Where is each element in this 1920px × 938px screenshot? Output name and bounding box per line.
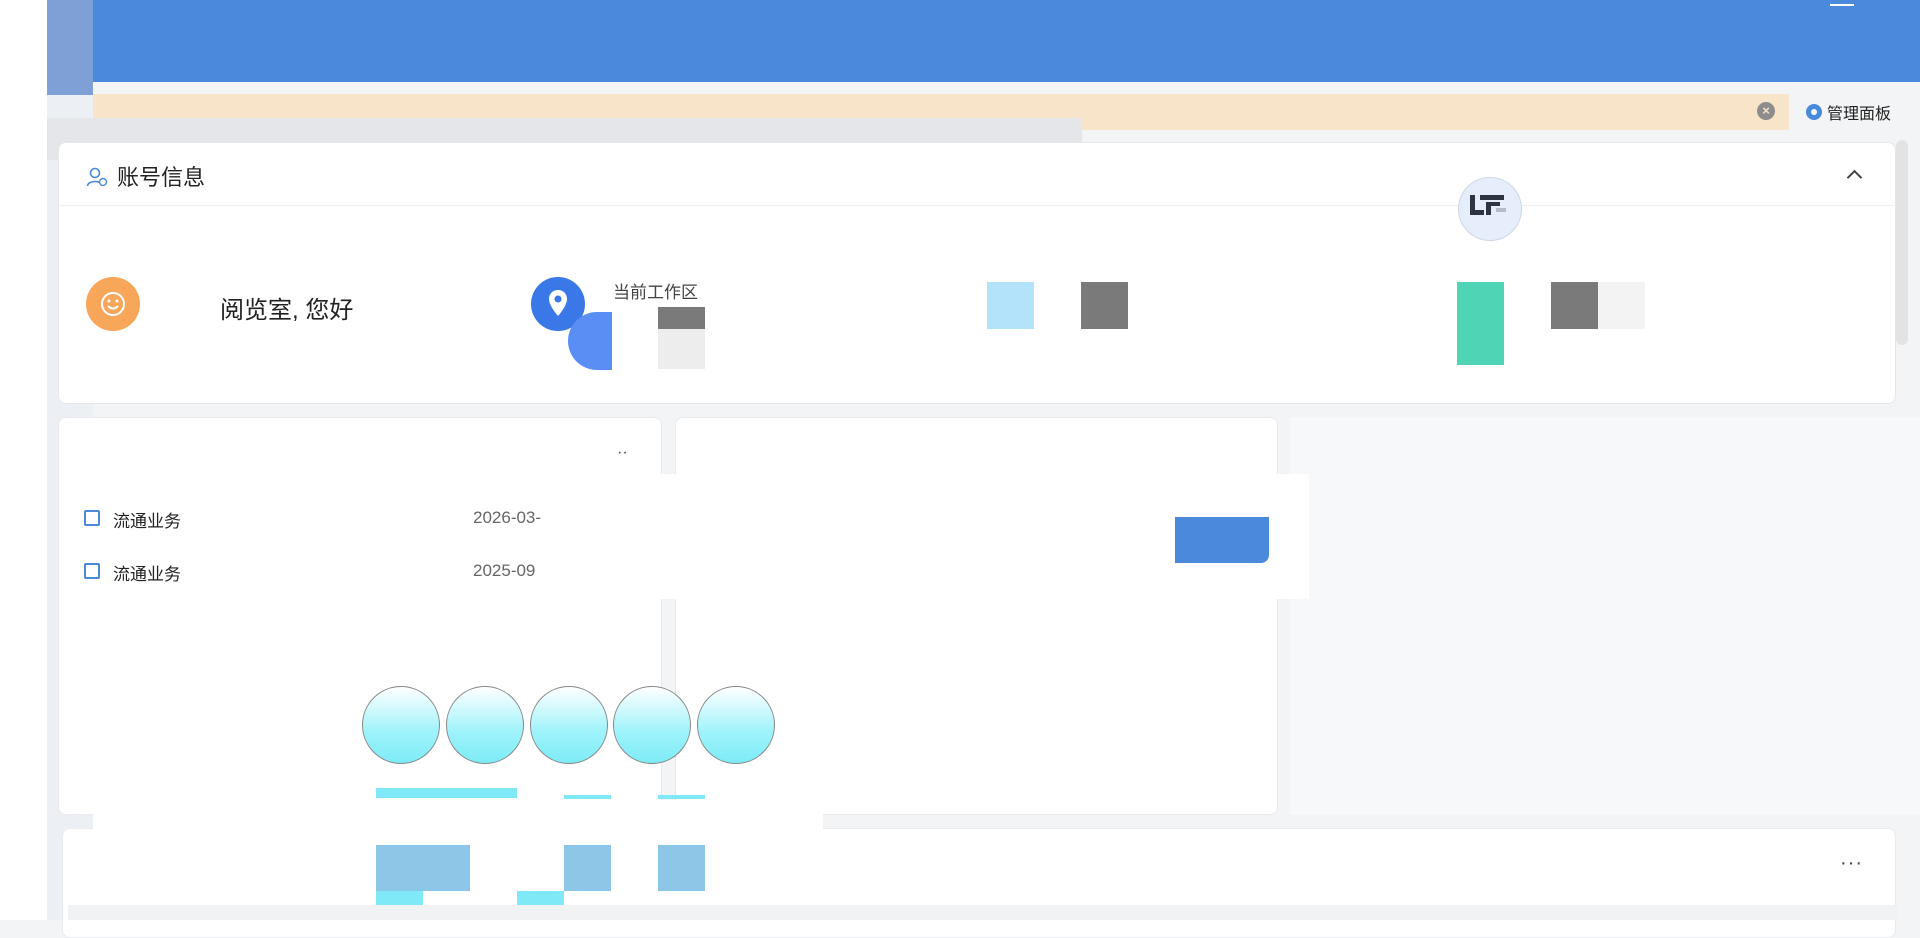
record-icon: [84, 563, 100, 579]
bar-segment: [658, 845, 705, 891]
scrollbar[interactable]: [1896, 140, 1908, 345]
left-margin: [0, 0, 47, 920]
sidebar-header-tab: [47, 0, 93, 95]
close-icon[interactable]: ×: [1757, 102, 1775, 120]
bubble-button[interactable]: [446, 686, 524, 764]
bar-segment: [376, 891, 423, 905]
bar-segment: [564, 795, 611, 799]
bubble-button[interactable]: [362, 686, 440, 764]
right-panel: [1290, 417, 1920, 815]
workspace-value-panel: [658, 329, 705, 369]
more-icon[interactable]: ···: [1840, 852, 1863, 875]
menu-icon[interactable]: [1830, 4, 1854, 10]
admin-panel-label: 管理面板: [1827, 106, 1892, 123]
bubble-button[interactable]: [613, 686, 691, 764]
location-pin-icon: [549, 290, 567, 316]
record-date: 2026-03-: [473, 508, 542, 527]
bubble-button[interactable]: [530, 686, 608, 764]
stat-tile: [1598, 282, 1645, 329]
stat-tile: [1551, 282, 1598, 329]
top-header: [93, 0, 1920, 82]
bar-segment: [517, 891, 564, 905]
bar-segment: [564, 845, 611, 891]
workspace-label: 当前工作区: [613, 283, 698, 302]
admin-panel-button[interactable]: 管理面板: [1806, 96, 1920, 128]
record-date: 2025-09: [473, 561, 536, 580]
record-label[interactable]: 流通业务: [113, 507, 181, 532]
stat-tile: [1457, 282, 1504, 365]
greeting-text: 阅览室, 您好: [220, 297, 354, 324]
workspace-value[interactable]: [658, 307, 705, 329]
gear-icon: [1806, 104, 1822, 120]
stat-tile: [1081, 282, 1128, 329]
bar-segment: [376, 845, 470, 891]
bar-segment: [658, 795, 705, 799]
middle-card-action[interactable]: [1175, 517, 1269, 563]
stat-tile: [987, 282, 1034, 329]
card-menu-icon[interactable]: ··: [617, 444, 628, 462]
user-icon: [86, 167, 108, 187]
bottom-strip: [68, 905, 1898, 920]
record-label[interactable]: 流通业务: [113, 560, 181, 585]
account-title: 账号信息: [117, 165, 206, 190]
record-icon: [84, 510, 100, 526]
chevron-up-icon[interactable]: [1846, 166, 1862, 182]
bubble-button[interactable]: [697, 686, 775, 764]
account-card-header: [58, 142, 1896, 206]
smile-icon: [101, 292, 125, 316]
logo-icon: [1470, 195, 1506, 215]
bar-segment: [376, 788, 517, 798]
